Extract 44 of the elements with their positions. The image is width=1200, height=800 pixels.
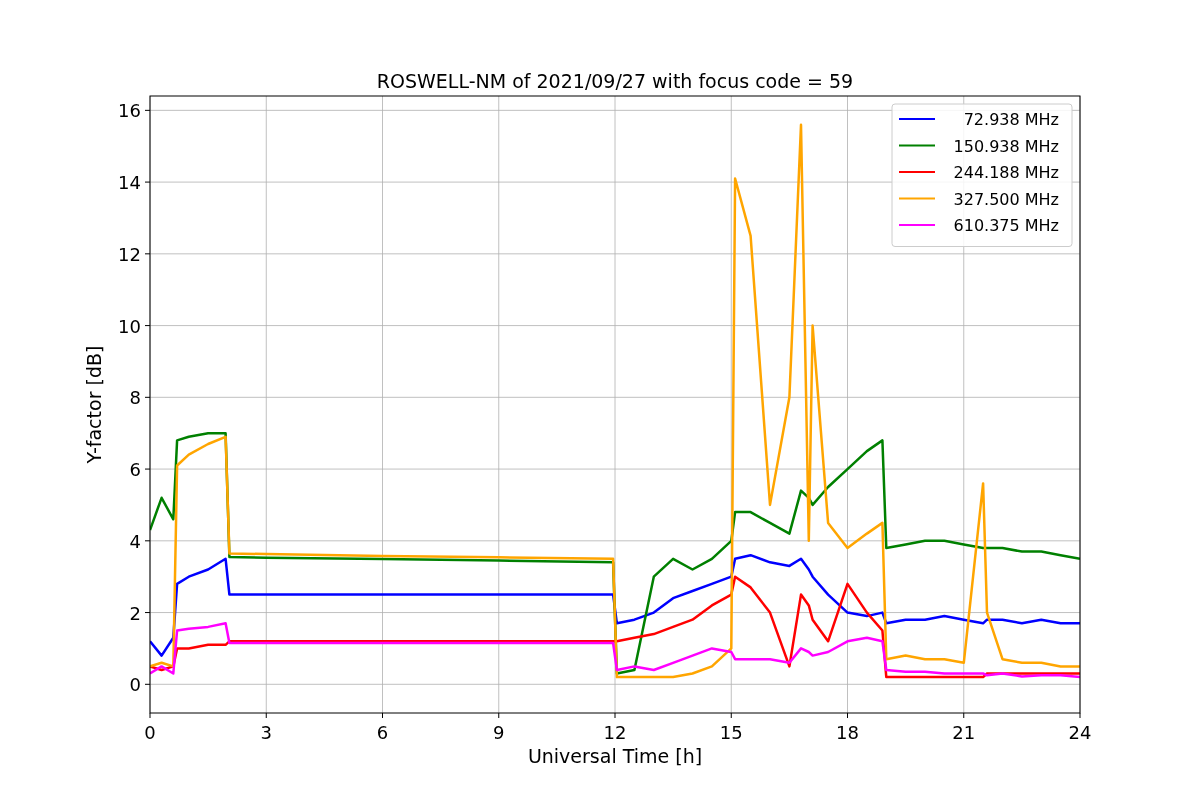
tick-mark xyxy=(144,181,151,183)
tick-mark xyxy=(847,712,848,719)
chart-title: ROSWELL-NM of 2021/09/27 with focus code = 59 xyxy=(376,70,854,92)
legend-label: 150.938 MHz xyxy=(953,136,1059,156)
tick-mark xyxy=(144,253,151,255)
legend-label: 327.500 MHz xyxy=(953,189,1059,209)
y-tick-label: 8 xyxy=(129,387,141,409)
x-axis-label: Universal Time [h] xyxy=(527,745,703,767)
tick-mark xyxy=(963,712,965,719)
tick-mark xyxy=(144,109,151,111)
legend-label: 610.375 MHz xyxy=(953,216,1059,235)
x-tick-label: 6 xyxy=(376,722,389,743)
tick-mark xyxy=(149,712,151,719)
tick-mark xyxy=(144,612,151,614)
tick-mark xyxy=(614,712,616,719)
tick-mark xyxy=(144,325,151,327)
x-tick-label: 9 xyxy=(493,722,505,743)
y-tick-label: 6 xyxy=(129,459,141,481)
x-tick-label: 21 xyxy=(952,722,976,743)
tick-mark xyxy=(265,712,267,719)
tick-mark xyxy=(144,468,151,470)
legend-label: 72.938 MHz xyxy=(963,110,1059,129)
y-axis-label: Y-factor [dB] xyxy=(83,345,105,464)
y-tick-label: 16 xyxy=(118,100,141,122)
y-tick-label: 4 xyxy=(129,530,141,552)
x-tick-label: 12 xyxy=(603,722,627,743)
x-tick-label: 0 xyxy=(144,722,156,743)
x-tick-label: 24 xyxy=(1068,722,1092,743)
tick-mark xyxy=(144,540,151,542)
y-tick-label: 10 xyxy=(118,315,141,337)
y-tick-label: 12 xyxy=(118,243,141,265)
y-tick-label: 14 xyxy=(118,172,141,194)
y-tick-label: 2 xyxy=(129,602,141,624)
tick-mark xyxy=(730,712,732,719)
legend-label: 244.188 MHz xyxy=(953,163,1059,182)
x-tick-label: 3 xyxy=(260,722,272,743)
x-tick-label: 15 xyxy=(719,722,743,743)
tick-mark xyxy=(144,683,151,685)
tick-mark xyxy=(144,396,151,398)
tick-mark xyxy=(382,712,383,719)
tick-mark xyxy=(498,712,500,719)
y-tick-label: 0 xyxy=(129,674,141,696)
tick-mark xyxy=(1079,712,1081,719)
x-tick-label: 18 xyxy=(836,722,859,743)
